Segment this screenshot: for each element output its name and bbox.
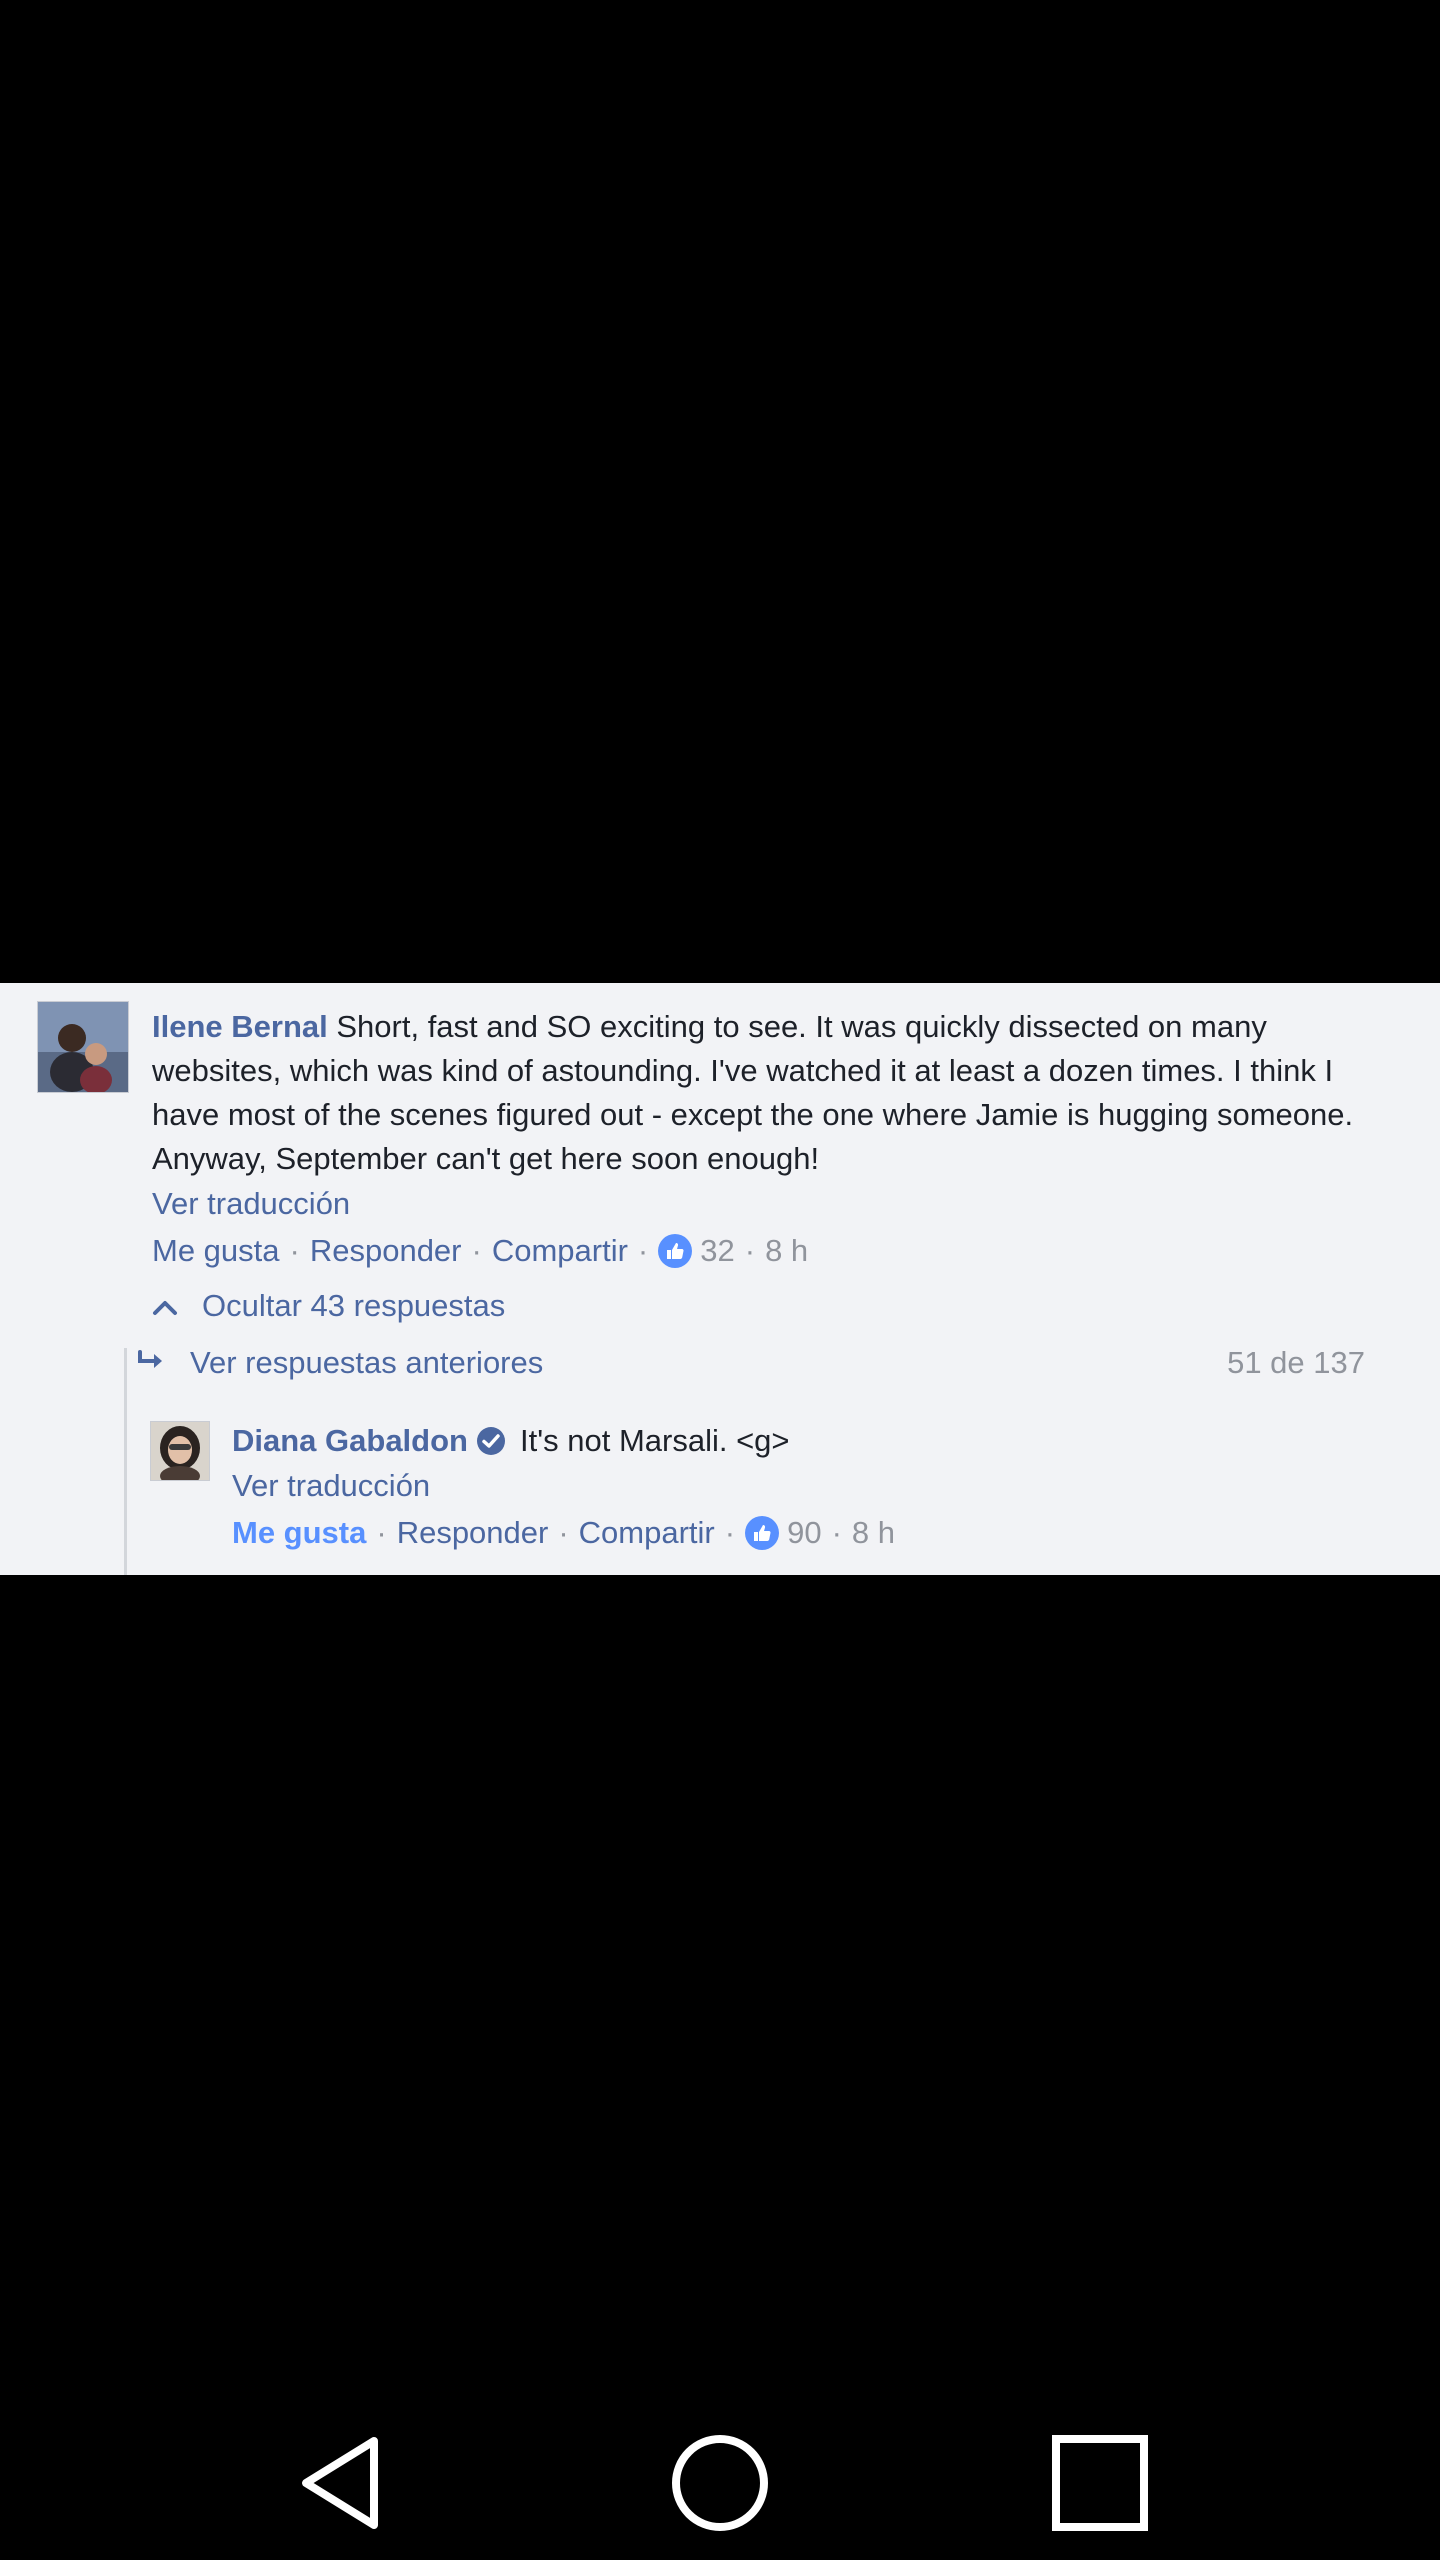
see-translation-link[interactable]: Ver traducción [232,1468,430,1504]
view-previous-replies-label: Ver respuestas anteriores [190,1345,544,1380]
hide-replies-label: Ocultar 43 respuestas [202,1288,506,1323]
comment-text: Short, fast and SO exciting to see. It w… [152,1009,1354,1176]
timestamp[interactable]: 8 h [765,1233,808,1269]
recents-square-icon [1050,2433,1150,2538]
thumbs-up-icon [745,1516,780,1550]
comment-author-name[interactable]: Ilene Bernal [152,1009,328,1044]
reply-author-name[interactable]: Diana Gabaldon [232,1423,468,1459]
see-translation-link[interactable]: Ver traducción [152,1186,350,1222]
separator: · [471,1233,482,1268]
verified-badge-icon [476,1426,506,1456]
like-button[interactable]: Me gusta [152,1233,280,1269]
reply-arrow-icon [136,1345,168,1381]
reply-button[interactable]: Responder [310,1233,462,1269]
view-previous-replies[interactable]: Ver respuestas anteriores [136,1345,543,1381]
separator: · [744,1233,756,1268]
avatar[interactable] [150,1421,210,1481]
reply-actions: Me gusta · Responder · Compartir · 90 · … [232,1515,895,1551]
facebook-comment-screenshot: Ilene Bernal Short, fast and SO exciting… [0,983,1440,1575]
replies-counter: 51 de 137 [1227,1345,1365,1380]
comment-actions: Me gusta · Responder · Compartir · 32 · … [152,1233,808,1269]
separator: · [558,1515,569,1550]
recents-button[interactable] [1040,2430,1160,2540]
navigation-bar [0,2400,1440,2560]
thumbs-up-icon [658,1234,693,1268]
reply-thread-line [124,1348,127,1575]
separator: · [637,1233,649,1268]
reply-text-block: Diana Gabaldon It's not Marsali. <g> [232,1423,790,1459]
home-circle-icon [670,2433,770,2538]
reply-button[interactable]: Responder [397,1515,549,1551]
separator: · [376,1515,387,1550]
likes-count[interactable]: 32 [700,1233,734,1269]
like-button[interactable]: Me gusta [232,1515,366,1551]
chevron-up-icon [152,1288,178,1324]
reply-text: It's not Marsali. <g> [519,1423,790,1458]
share-button[interactable]: Compartir [579,1515,715,1551]
back-button[interactable] [280,2430,400,2540]
comment-text-block: Ilene Bernal Short, fast and SO exciting… [152,1005,1362,1181]
timestamp[interactable]: 8 h [852,1515,895,1551]
separator: · [831,1515,842,1550]
avatar[interactable] [37,1001,129,1093]
share-button[interactable]: Compartir [492,1233,628,1269]
back-triangle-icon [292,2433,388,2538]
home-button[interactable] [660,2430,780,2540]
image-viewer: Ilene Bernal Short, fast and SO exciting… [0,0,1440,2560]
separator: · [724,1515,736,1550]
separator: · [289,1233,300,1268]
hide-replies-toggle[interactable]: Ocultar 43 respuestas [152,1288,505,1324]
likes-count[interactable]: 90 [787,1515,821,1551]
